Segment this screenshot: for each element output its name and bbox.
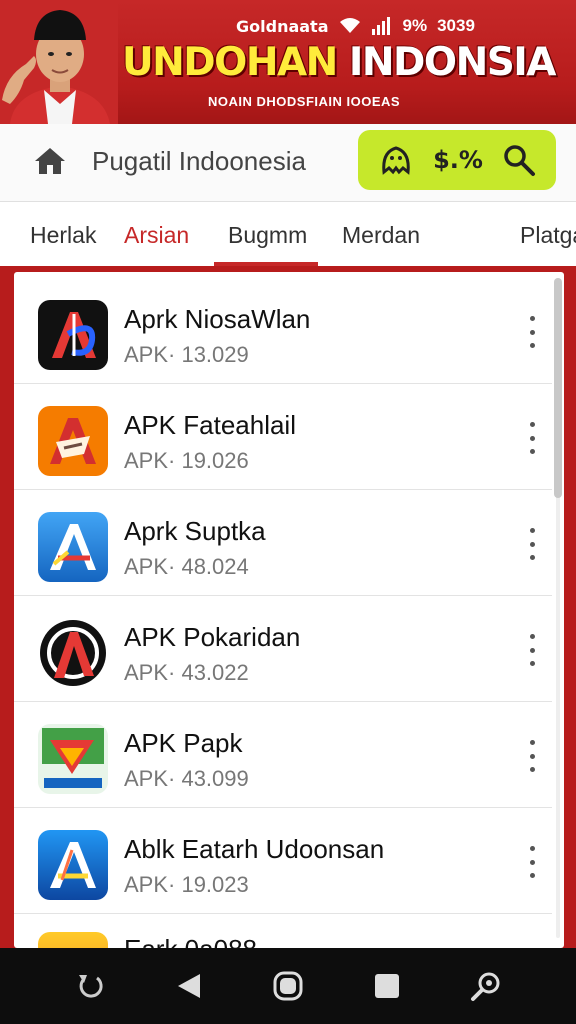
- scrollbar-thumb[interactable]: [554, 278, 562, 498]
- app-meta: APK· 48.024: [124, 554, 249, 579]
- more-options-icon[interactable]: [522, 528, 542, 560]
- active-tab-indicator: [214, 262, 318, 266]
- home-nav-button[interactable]: [268, 966, 308, 1006]
- recents-button[interactable]: [367, 966, 407, 1006]
- search-input[interactable]: Pugatil Indoonesia: [92, 146, 332, 178]
- app-name: Aprk Suptka: [124, 516, 266, 546]
- brand-title-part2: INDONSIA: [348, 40, 557, 85]
- app-name: APK Pokaridan: [124, 622, 301, 652]
- app-meta: APK· 19.026: [124, 448, 249, 473]
- more-options-icon[interactable]: [522, 846, 542, 878]
- carrier-label: Goldnaata: [236, 16, 329, 36]
- signal-icon: [371, 17, 393, 35]
- list-item[interactable]: Eark 0a088: [14, 914, 552, 948]
- list-item[interactable]: APK Papk APK· 43.099: [14, 702, 552, 808]
- app-meta: APK· 43.099: [124, 766, 249, 791]
- ghost-icon[interactable]: [378, 144, 414, 176]
- tab-platga[interactable]: Platga: [520, 222, 576, 249]
- app-banner: Goldnaata 9% 3039 UNDOHAN INDONSIA NOAIN…: [0, 0, 576, 124]
- list-item[interactable]: APK Fateahlail APK· 19.026: [14, 384, 552, 490]
- app-name: APK Fateahlail: [124, 410, 296, 440]
- black-red-blue-a-icon: [38, 300, 108, 370]
- list-item[interactable]: Aprk NiosaWlan APK· 13.029: [14, 278, 552, 384]
- tab-herlak[interactable]: Herlak: [30, 222, 96, 249]
- search-icon[interactable]: [502, 143, 536, 177]
- tab-merdan[interactable]: Merdan: [342, 222, 420, 249]
- orange-red-a-icon: [38, 406, 108, 476]
- back-icon: [177, 974, 200, 998]
- system-nav-bar: [0, 948, 576, 1024]
- app-list: Aprk NiosaWlan APK· 13.029 APK Fateahlai…: [14, 272, 564, 948]
- app-name: Ablk Eatarh Udoonsan: [124, 834, 385, 864]
- pill-label: $.%: [433, 146, 483, 174]
- app-name: Aprk NiosaWlan: [124, 304, 311, 334]
- battery-label: 9%: [402, 16, 428, 35]
- black-circle-a-icon: [38, 618, 108, 688]
- more-options-icon[interactable]: [522, 422, 542, 454]
- wifi-icon: [339, 17, 361, 35]
- rotate-icon: [78, 975, 103, 998]
- search-bar: Pugatil Indoonesia $.%: [0, 124, 576, 202]
- recents-icon: [375, 974, 400, 998]
- green-red-a-icon: [38, 724, 108, 794]
- yellow-app-icon: [38, 932, 108, 948]
- more-options-icon[interactable]: [522, 634, 542, 666]
- category-tabs: Herlak Arsian Bugmm Merdan Platga: [0, 202, 576, 266]
- app-meta: APK· 13.029: [124, 342, 249, 367]
- home-icon: [35, 148, 65, 174]
- list-item[interactable]: APK Pokaridan APK· 43.022: [14, 596, 552, 702]
- app-meta: APK· 43.022: [124, 660, 249, 685]
- avatar: [0, 0, 118, 124]
- action-pill[interactable]: $.%: [358, 130, 556, 190]
- clock-label: 3039: [437, 16, 475, 35]
- back-button[interactable]: [169, 966, 209, 1006]
- brand-title: UNDOHAN INDONSIA: [122, 40, 562, 94]
- blue-a-icon: [38, 830, 108, 900]
- list-item[interactable]: Aprk Suptka APK· 48.024: [14, 490, 552, 596]
- search-assistant-icon: [471, 972, 500, 1001]
- app-name: APK Papk: [124, 728, 243, 758]
- rotate-button[interactable]: [70, 966, 110, 1006]
- list-item[interactable]: Ablk Eatarh Udoonsan APK· 19.023: [14, 808, 552, 914]
- home-circle-icon: [273, 971, 303, 1001]
- tab-bugmm[interactable]: Bugmm: [228, 222, 307, 249]
- status-bar: Goldnaata 9% 3039: [236, 12, 558, 40]
- app-meta: APK· 19.023: [124, 872, 249, 897]
- brand-subtitle: NOAIN DHODSFIAIN IOOEAS: [208, 94, 401, 109]
- blue-a-icon: [38, 512, 108, 582]
- tab-arsian[interactable]: Arsian: [124, 222, 189, 249]
- more-options-icon[interactable]: [522, 740, 542, 772]
- app-name: Eark 0a088: [124, 934, 257, 948]
- more-options-icon[interactable]: [522, 316, 542, 348]
- brand-title-part1: UNDOHAN: [122, 40, 338, 85]
- assistant-button[interactable]: [466, 966, 506, 1006]
- home-button[interactable]: [30, 141, 70, 181]
- list-scrollbar[interactable]: [554, 278, 562, 938]
